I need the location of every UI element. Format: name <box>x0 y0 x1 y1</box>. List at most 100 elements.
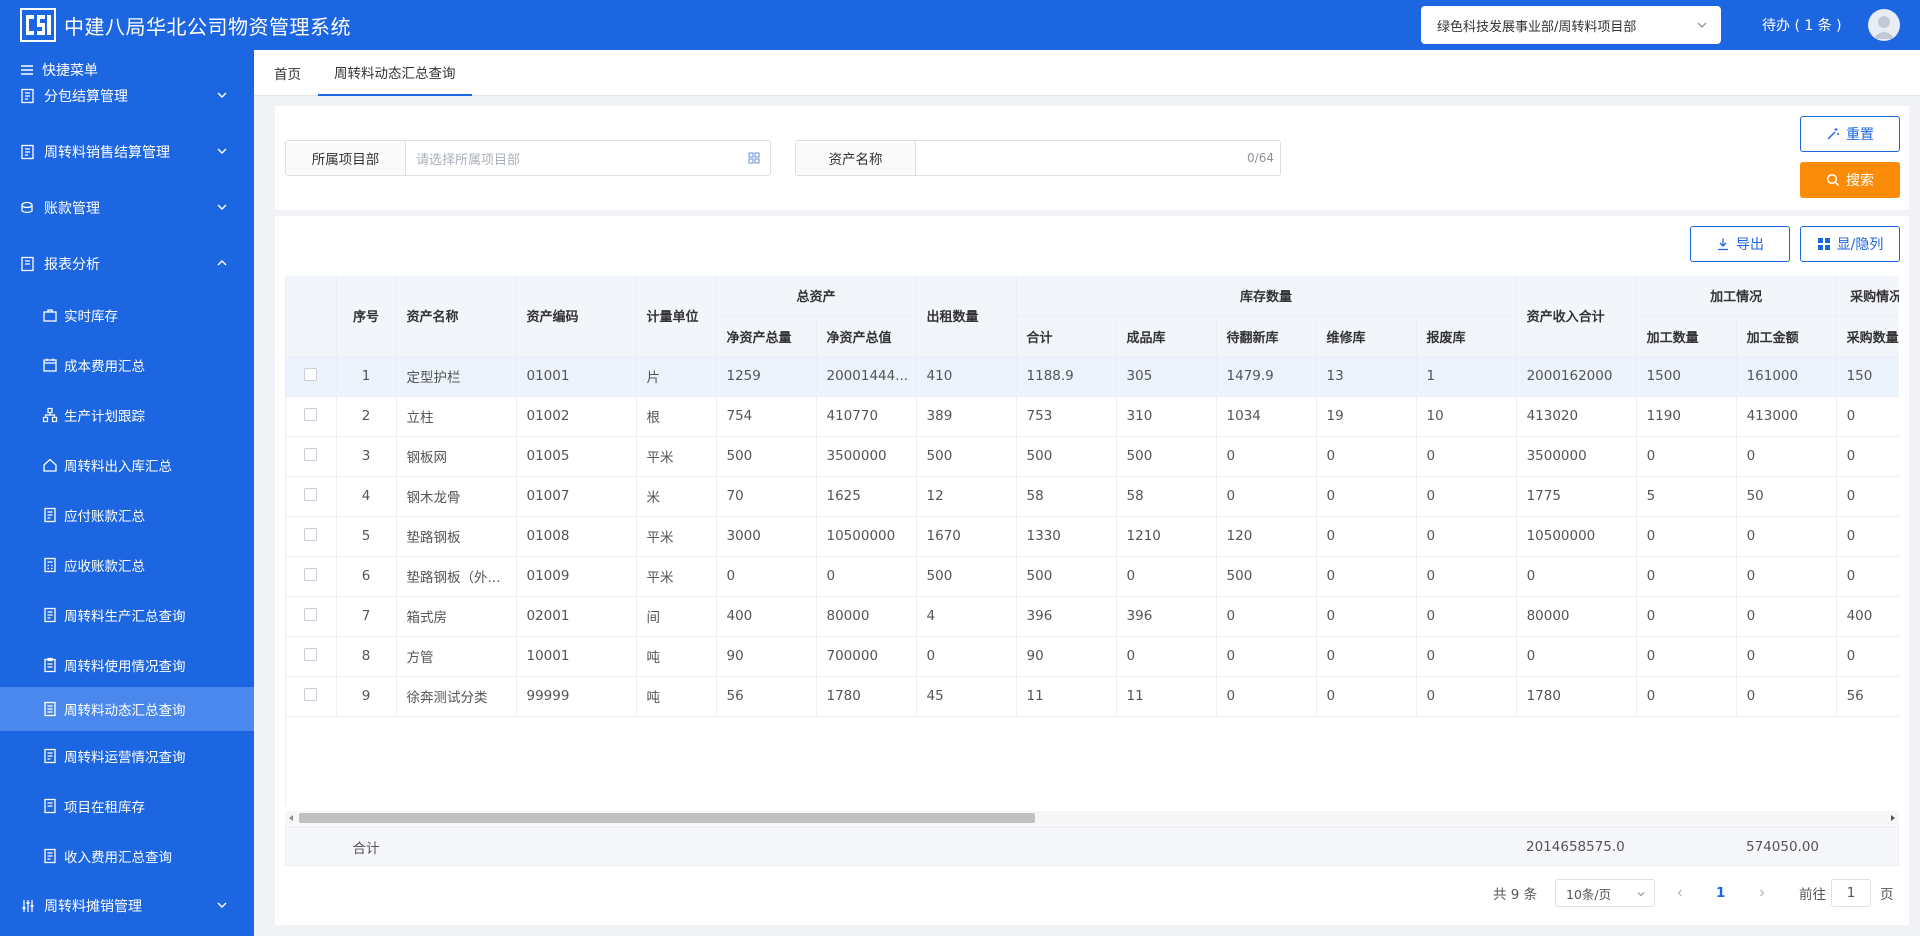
page-number-current[interactable]: 1 <box>1716 879 1725 907</box>
table-cell: 01008 <box>516 516 637 557</box>
page-size-select[interactable]: 10条/页 <box>1555 879 1655 907</box>
row-checkbox[interactable] <box>304 447 318 461</box>
row-checkbox[interactable] <box>304 407 318 421</box>
sidebar-item-realtime-stock[interactable]: 实时库存 <box>0 293 254 337</box>
table-cell: 1479.9 <box>1216 356 1317 397</box>
menu-group-subcontract[interactable]: 分包结算管理 <box>0 76 254 116</box>
pagination-total: 共 9 条 <box>1493 887 1538 903</box>
sidebar-item-cost-summary[interactable]: 成本费用汇总 <box>0 343 254 387</box>
table-row[interactable]: 2 立柱 01002 根 754 410770 389 753 310 1034 19 10 41302… <box>286 396 1899 437</box>
table-cell: 13 <box>1316 356 1417 397</box>
table-cell: 0 <box>1736 556 1837 597</box>
table-cell: 0 <box>1636 556 1737 597</box>
search-button[interactable]: 搜索 <box>1800 162 1900 198</box>
table-cell: 120 <box>1216 516 1317 557</box>
table-cell: 01001 <box>516 356 637 397</box>
col-scrap: 报废库 <box>1416 316 1517 357</box>
project-select[interactable]: 所属项目部 请选择所属项目部 <box>285 140 771 176</box>
table-row[interactable]: 1 定型护栏 01001 片 1259 20001444... 410 1188.9 305 14… <box>286 356 1899 397</box>
sidebar-item-production-summary[interactable]: 周转料生产汇总查询 <box>0 593 254 637</box>
table-row[interactable]: 3 钢板网 01005 平米 500 3500000 500 500 500 0 0 0 3500000… <box>286 436 1899 477</box>
table-cell: 0 <box>1316 476 1417 517</box>
row-checkbox[interactable] <box>304 607 318 621</box>
table-row[interactable]: 5 垫路钢板 01008 平米 3000 10500000 1670 1330 1210 120 0… <box>286 516 1899 557</box>
menu-group-sales-settlement[interactable]: 周转料销售结算管理 <box>0 132 254 172</box>
tab-dynamic-summary[interactable]: 周转料动态汇总查询 <box>318 50 472 96</box>
row-checkbox[interactable] <box>304 527 318 541</box>
table-cell: 396 <box>1016 596 1117 637</box>
row-checkbox-cell[interactable] <box>286 636 337 677</box>
table-cell: 2 <box>336 396 397 437</box>
sidebar-item-inout-summary[interactable]: 周转料出入库汇总 <box>0 443 254 487</box>
table-cell: 间 <box>636 596 717 637</box>
sidebar-item-operation-query[interactable]: 周转料运营情况查询 <box>0 734 254 778</box>
scroll-left-icon[interactable] <box>287 814 295 822</box>
table-row[interactable]: 8 方管 10001 吨 90 700000 0 90 0 0 0 0 0 0 0 0 <box>286 636 1899 677</box>
row-checkbox[interactable] <box>304 567 318 581</box>
table-row[interactable]: 9 徐奔测试分类 99999 吨 56 1780 45 11 11 0 0 0 1780 0 0 56 <box>286 676 1899 717</box>
sidebar-item-payable-summary[interactable]: 应付账款汇总 <box>0 493 254 537</box>
sidebar-item-income-cost-query[interactable]: 收入费用汇总查询 <box>0 834 254 878</box>
table-cell: 0 <box>1216 476 1317 517</box>
org-select[interactable]: 绿色科技发展事业部/周转料项目部 <box>1421 6 1721 44</box>
row-checkbox-cell[interactable] <box>286 396 337 437</box>
sidebar-item-plan-tracking[interactable]: 生产计划跟踪 <box>0 393 254 437</box>
menu-group-amortization[interactable]: 周转料摊销管理 <box>0 886 254 926</box>
tab-home[interactable]: 首页 <box>272 50 303 96</box>
sidebar-item-project-rent-stock[interactable]: 项目在租库存 <box>0 784 254 828</box>
row-checkbox[interactable] <box>304 487 318 501</box>
col-seq: 序号 <box>336 276 397 357</box>
menu-group-label: 分包结算管理 <box>44 89 128 105</box>
col-to-renew: 待翻新库 <box>1216 316 1317 357</box>
menu-group-accounts[interactable]: 账款管理 <box>0 188 254 228</box>
toggle-columns-button[interactable]: 显/隐列 <box>1800 226 1900 262</box>
next-page-button[interactable] <box>1757 879 1767 907</box>
grid-icon <box>1817 238 1830 250</box>
sidebar-item-dynamic-summary[interactable]: 周转料动态汇总查询 <box>0 687 254 731</box>
table-cell: 500 <box>1216 556 1317 597</box>
sidebar-item-usage-query[interactable]: 周转料使用情况查询 <box>0 643 254 687</box>
table-cell: 700000 <box>816 636 917 677</box>
user-avatar[interactable] <box>1868 9 1900 41</box>
menu-group-reports[interactable]: 报表分析 <box>0 244 254 284</box>
filter-panel: 所属项目部 请选择所属项目部 资产名称 0/64 重置 搜索 <box>275 106 1909 210</box>
export-button[interactable]: 导出 <box>1690 226 1790 262</box>
chevron-down-icon <box>217 902 227 908</box>
table-cell: 45 <box>916 676 1017 717</box>
row-checkbox[interactable] <box>304 687 318 701</box>
row-checkbox[interactable] <box>304 647 318 661</box>
goto-page-input[interactable]: 1 <box>1831 879 1871 907</box>
scroll-right-icon[interactable] <box>1889 814 1897 822</box>
row-checkbox[interactable] <box>304 367 318 381</box>
table-cell: 平米 <box>636 556 717 597</box>
row-checkbox-cell[interactable] <box>286 436 337 477</box>
reset-button[interactable]: 重置 <box>1800 116 1900 152</box>
table-row[interactable]: 6 垫路钢板（外... 01009 平米 0 0 500 500 0 500 0 0 0 0 0 0 <box>286 556 1899 597</box>
table-cell: 01005 <box>516 436 637 477</box>
sidebar-item-label: 周转料运营情况查询 <box>64 750 186 766</box>
scroll-thumb[interactable] <box>299 813 1035 823</box>
sidebar-item-receivable-summary[interactable]: 应收账款汇总 <box>0 543 254 587</box>
row-checkbox-cell[interactable] <box>286 476 337 517</box>
sidebar-item-label: 成本费用汇总 <box>64 359 145 375</box>
row-checkbox-cell[interactable] <box>286 596 337 637</box>
table-cell: 方管 <box>396 636 517 677</box>
table-row[interactable]: 4 钢木龙骨 01007 米 70 1625 12 58 58 0 0 0 1775 5 50 0 <box>286 476 1899 517</box>
asset-name-input[interactable]: 资产名称 0/64 <box>795 140 1281 176</box>
horizontal-scrollbar[interactable] <box>285 811 1899 825</box>
row-checkbox-cell[interactable] <box>286 676 337 717</box>
table-cell: 0 <box>1216 596 1317 637</box>
search-label: 搜索 <box>1846 173 1874 189</box>
chevron-up-icon <box>217 260 227 266</box>
summary-row: 合计 2014658575.0 574050.00 <box>285 826 1899 866</box>
chevron-right-icon <box>1760 889 1765 897</box>
prev-page-button[interactable] <box>1675 879 1685 907</box>
todo-link[interactable]: 待办 ( 1 条 ) <box>1762 15 1842 35</box>
table-cell: 413020 <box>1516 396 1637 437</box>
row-checkbox-cell[interactable] <box>286 556 337 597</box>
table-cell: 0 <box>1836 636 1899 677</box>
table-cell: 80000 <box>1516 596 1637 637</box>
row-checkbox-cell[interactable] <box>286 356 337 397</box>
row-checkbox-cell[interactable] <box>286 516 337 557</box>
table-row[interactable]: 7 箱式房 02001 间 400 80000 4 396 396 0 0 0 80000 0 0 400 <box>286 596 1899 637</box>
